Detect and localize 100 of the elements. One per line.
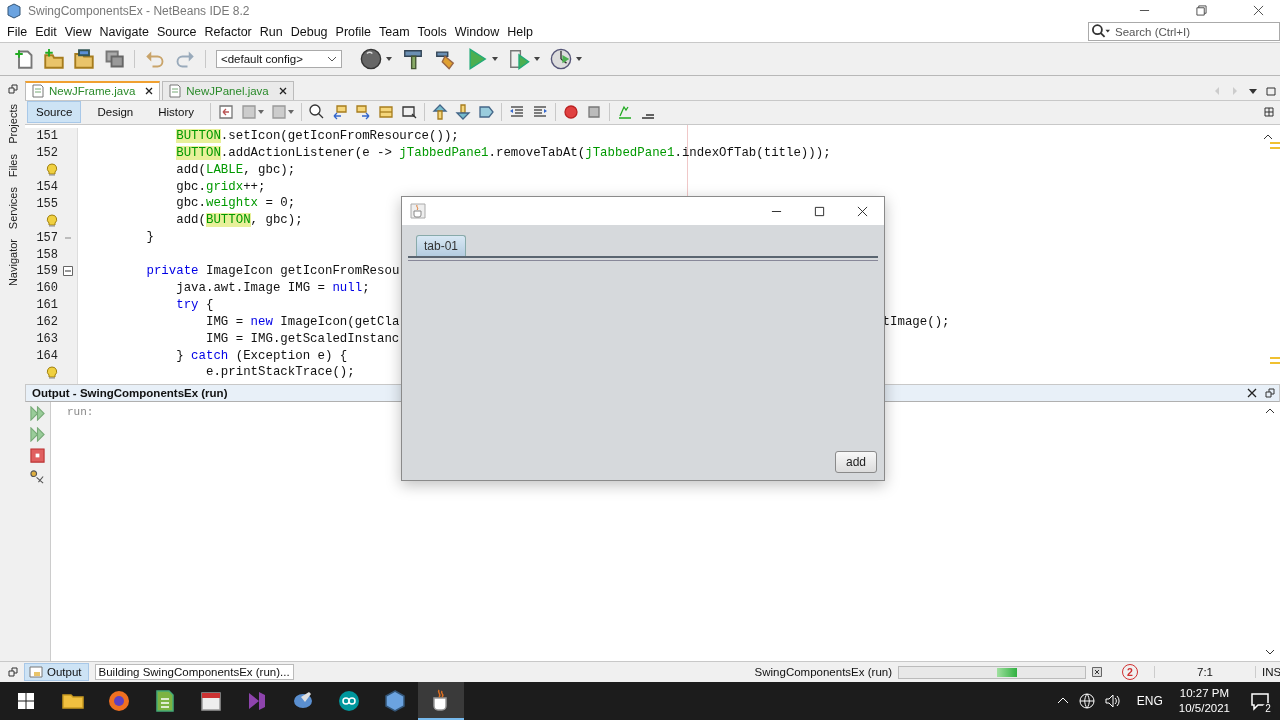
lightbulb-icon[interactable]	[46, 365, 58, 380]
split-icon[interactable]	[1264, 107, 1274, 118]
menu-item[interactable]: View	[60, 24, 96, 39]
side-tab[interactable]: Navigator	[6, 239, 19, 287]
caret-icon[interactable]	[327, 56, 337, 62]
cube-icon[interactable]	[383, 689, 407, 713]
restore-icon[interactable]	[1265, 388, 1275, 399]
side-tab[interactable]: Projects	[6, 104, 19, 144]
menu-item[interactable]: Refactor	[200, 24, 256, 39]
dialog-tab[interactable]: tab-01	[416, 235, 467, 256]
caret-icon[interactable]	[576, 57, 582, 61]
calendar-icon[interactable]	[199, 689, 223, 713]
browser-icon[interactable]	[107, 689, 131, 713]
close-icon[interactable]	[1247, 388, 1257, 399]
highlight-icon[interactable]	[378, 104, 395, 121]
bookmark-next-icon[interactable]	[455, 104, 472, 121]
folder-icon[interactable]	[74, 49, 94, 69]
scroll-down-icon[interactable]	[1265, 647, 1275, 657]
insert-mode: INS	[1262, 666, 1280, 678]
record-icon[interactable]	[563, 104, 580, 121]
debug-icon[interactable]	[508, 48, 530, 70]
tab-label[interactable]: Output	[47, 666, 82, 678]
code-line: java.awt.Image IMG = null;	[175, 279, 370, 297]
line-number: 158	[35, 247, 58, 262]
menu-item[interactable]: Window	[450, 24, 504, 39]
restore-icon[interactable]	[1196, 5, 1207, 16]
caret-position: 7:1	[1154, 666, 1256, 678]
menu-item[interactable]: Run	[255, 24, 287, 39]
bookmark-toggle-icon[interactable]	[478, 104, 495, 121]
menu-item[interactable]: File	[3, 24, 32, 39]
lightbulb-icon[interactable]	[46, 213, 58, 228]
hammer-icon[interactable]	[402, 48, 424, 70]
caret-icon[interactable]	[386, 57, 392, 61]
find-next-icon[interactable]	[355, 104, 372, 121]
bookmark-previous-icon[interactable]	[432, 104, 449, 121]
caret-icon[interactable]	[492, 57, 498, 61]
restore-icon[interactable]	[8, 667, 18, 677]
menu-item[interactable]: Help	[503, 24, 537, 39]
stop-icon[interactable]	[586, 104, 603, 121]
tab-label[interactable]: NewJPanel.java	[186, 84, 269, 97]
collapse-icon[interactable]	[62, 266, 73, 277]
lightbulb-icon[interactable]	[46, 163, 58, 178]
caret-icon[interactable]	[258, 110, 265, 115]
start-icon[interactable]	[18, 693, 34, 709]
add-button[interactable]: add	[834, 451, 877, 473]
output-tab[interactable]: Output	[24, 663, 89, 681]
close-icon[interactable]	[1253, 5, 1264, 16]
notification-count: 2	[1262, 703, 1274, 715]
view-tab[interactable]: History	[149, 101, 204, 124]
editor-tab[interactable]: NewJPanel.java	[162, 80, 294, 100]
config-dropdown[interactable]: <default config>	[216, 50, 342, 68]
cancel-icon[interactable]	[1092, 667, 1102, 677]
new-project-icon[interactable]	[44, 49, 64, 69]
speaker-icon[interactable]	[1104, 693, 1121, 709]
find-previous-icon[interactable]	[332, 104, 349, 121]
menu-item[interactable]: Profile	[331, 24, 375, 39]
search-field[interactable]: Search (Ctrl+I)	[1088, 22, 1280, 41]
menu-item[interactable]: Edit	[31, 24, 61, 39]
menu-item[interactable]: Team	[375, 24, 414, 39]
line-number: 152	[35, 146, 58, 161]
selection-icon[interactable]	[401, 104, 418, 121]
file-icon	[31, 84, 45, 99]
maximize-icon[interactable]	[1266, 85, 1276, 96]
line-number: 163	[35, 332, 58, 347]
clock-date[interactable]: 10/5/2021	[1178, 701, 1230, 716]
search-icon[interactable]	[309, 104, 326, 121]
menu-item[interactable]: Navigate	[95, 24, 153, 39]
side-tab[interactable]: Files	[6, 153, 19, 177]
caret-icon[interactable]	[288, 110, 295, 115]
view-tab[interactable]: Source	[27, 101, 82, 124]
menu-item[interactable]: Source	[152, 24, 201, 39]
side-tab[interactable]: Services	[6, 187, 19, 230]
task-button[interactable]: Building SwingComponentsEx (run)...	[94, 664, 294, 680]
caret-icon[interactable]	[534, 57, 540, 61]
close-icon[interactable]	[278, 86, 287, 95]
clock-time[interactable]: 10:27 PM	[1179, 686, 1230, 701]
restore-icon[interactable]	[7, 84, 18, 94]
process-label: SwingComponentsEx (run)	[754, 666, 892, 678]
taskbar-app[interactable]	[418, 682, 464, 720]
document-icon[interactable]	[153, 689, 177, 713]
search-icon[interactable]	[1092, 24, 1110, 39]
tab-label[interactable]: NewJFrame.java	[49, 85, 136, 98]
close-icon[interactable]	[857, 205, 868, 217]
menu-item[interactable]: Tools	[413, 24, 451, 39]
profile-icon[interactable]	[550, 48, 572, 70]
view-tab[interactable]: Design	[88, 101, 143, 124]
comment-icon[interactable]	[617, 104, 634, 121]
stop-icon[interactable]	[30, 448, 45, 464]
infinity-icon[interactable]	[337, 689, 361, 713]
maximize-icon[interactable]	[814, 205, 825, 217]
language-indicator[interactable]: ENG	[1136, 694, 1163, 708]
new-file-icon[interactable]	[14, 49, 34, 69]
java-cup-icon	[410, 203, 426, 219]
windows-stack-icon[interactable]	[104, 49, 124, 69]
editor-tab[interactable]: NewJFrame.java	[25, 80, 161, 100]
menu-item[interactable]: Debug	[286, 24, 332, 39]
close-icon[interactable]	[145, 87, 154, 96]
settings-icon[interactable]	[30, 469, 45, 485]
back-icon[interactable]	[218, 104, 235, 121]
notification-icon[interactable]	[1250, 691, 1270, 711]
